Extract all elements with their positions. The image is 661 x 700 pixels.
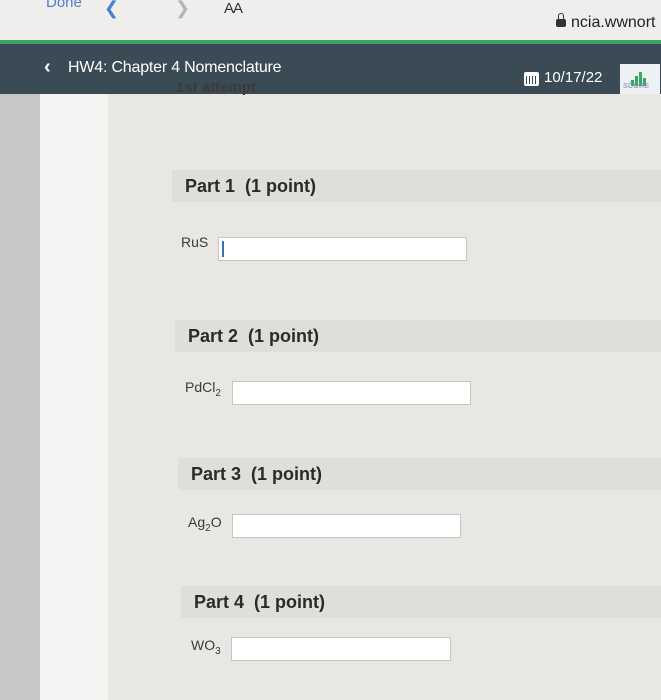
lock-icon: [556, 13, 566, 27]
part-4-answer-input[interactable]: [231, 637, 451, 661]
part-4-formula: WO3: [191, 637, 221, 657]
browser-toolbar: Done ❮ ❯ AA ncia.wwnort: [0, 0, 661, 44]
part-1-formula: RuS: [181, 234, 209, 250]
calendar-icon: [524, 72, 539, 86]
left-gutter: [0, 94, 40, 700]
content-margin: [40, 94, 115, 700]
part-3-title: Part 3 (1 point): [191, 464, 323, 484]
part-3-formula: Ag2O: [188, 514, 222, 534]
text-cursor: [222, 241, 224, 257]
part-3-answer-input[interactable]: [232, 514, 461, 538]
url-text: ncia.wwnort: [571, 14, 656, 31]
score-label: SCORE: [623, 83, 650, 90]
done-button[interactable]: Done: [46, 0, 82, 11]
part-2-answer-input[interactable]: [232, 381, 471, 405]
assignment-header: ‹ HW4: Chapter 4 Nomenclature 10/17/22 S…: [0, 44, 661, 94]
chevron-left-icon[interactable]: ❮: [104, 0, 119, 19]
address-bar[interactable]: ncia.wwnort: [556, 13, 656, 32]
part-2-formula: PdCl2: [185, 379, 221, 399]
chevron-right-icon[interactable]: ❯: [175, 0, 190, 19]
chevron-left-icon[interactable]: ‹: [44, 56, 51, 79]
part-1-title: Part 1 (1 point): [185, 176, 317, 196]
score-button[interactable]: SCORE: [620, 64, 660, 94]
part-2-title: Part 2 (1 point): [188, 326, 320, 346]
part-1-answer-input[interactable]: [218, 237, 467, 261]
part-4-title: Part 4 (1 point): [194, 592, 326, 612]
text-size-button[interactable]: AA: [224, 0, 243, 17]
assignment-title[interactable]: HW4: Chapter 4 Nomenclature: [68, 59, 282, 77]
attempt-label: 1st attempt: [176, 79, 257, 96]
due-date: 10/17/22: [544, 69, 603, 86]
